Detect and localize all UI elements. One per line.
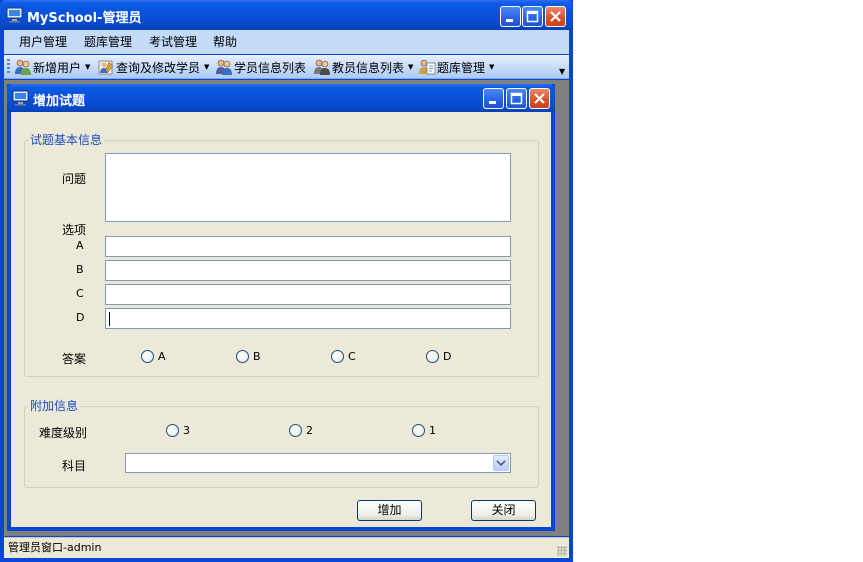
difficulty-radio-3[interactable]: 3 (166, 424, 190, 437)
toolbar-question-bank-button[interactable]: 题库管理 ▼ (418, 55, 494, 79)
menubar: 用户管理 题库管理 考试管理 帮助 (4, 30, 569, 54)
question-textarea[interactable] (105, 153, 511, 222)
add-user-icon (15, 59, 31, 75)
option-d-input[interactable] (105, 308, 511, 329)
menu-user-management[interactable]: 用户管理 (15, 30, 71, 54)
radio-circle[interactable] (426, 350, 439, 363)
difficulty-radio-1-label: 1 (429, 424, 436, 437)
dropdown-arrow-icon[interactable]: ▼ (489, 63, 494, 71)
statusbar: 管理员窗口-admin (4, 537, 569, 558)
radio-circle[interactable] (141, 350, 154, 363)
dropdown-arrow-icon[interactable]: ▼ (85, 63, 90, 71)
main-maximize-button[interactable] (522, 6, 543, 27)
menu-help[interactable]: 帮助 (209, 30, 241, 54)
toolbar-edit-student-label: 查询及修改学员 (116, 60, 201, 75)
dialog-minimize-button[interactable] (483, 88, 504, 109)
option-d-label: D (76, 311, 85, 324)
option-c-label: C (76, 287, 84, 300)
answer-radio-c-label: C (348, 350, 356, 363)
radio-circle[interactable] (236, 350, 249, 363)
dialog-body: 试题基本信息 问题 选项 A B C D 答案 A B C D 附加信息 难度级… (11, 112, 551, 527)
basic-info-group-title: 试题基本信息 (28, 131, 105, 148)
maximize-icon (526, 10, 539, 23)
maximize-icon (510, 92, 523, 105)
subject-label: 科目 (62, 459, 87, 473)
main-window-title: MySchool-管理员 (27, 11, 142, 26)
difficulty-label: 难度级别 (39, 426, 88, 440)
student-list-icon (216, 59, 232, 75)
add-button[interactable]: 增加 (357, 500, 422, 521)
close-icon (534, 93, 545, 104)
edit-student-icon (98, 60, 114, 75)
extra-info-group-title: 附加信息 (28, 397, 81, 414)
app-computer-icon[interactable] (6, 7, 23, 23)
answer-radio-c[interactable]: C (331, 350, 356, 363)
difficulty-radio-2[interactable]: 2 (289, 424, 313, 437)
extra-info-group (24, 406, 539, 488)
question-bank-icon (419, 59, 436, 75)
menu-exam-management[interactable]: 考试管理 (145, 30, 201, 54)
teacher-list-icon (314, 59, 330, 75)
toolbar-teacher-list-button[interactable]: 教员信息列表 ▼ (313, 55, 413, 79)
main-minimize-button[interactable] (500, 6, 521, 27)
main-window: MySchool-管理员 用户管理 题库管理 考试管理 帮助 新增用户 ▼ 查询… (0, 0, 573, 562)
minimize-icon (489, 101, 496, 104)
dropdown-arrow-icon[interactable]: ▼ (408, 63, 413, 71)
difficulty-radio-2-label: 2 (306, 424, 313, 437)
toolbar-student-list-button[interactable]: 学员信息列表 (215, 55, 306, 79)
dialog-title: 增加试题 (33, 94, 86, 109)
answer-radio-b[interactable]: B (236, 350, 261, 363)
question-label: 问题 (62, 172, 87, 186)
toolbar-overflow-icon[interactable]: ▼ (559, 68, 565, 76)
answer-radio-a-label: A (158, 350, 166, 363)
option-c-input[interactable] (105, 284, 511, 305)
answer-radio-b-label: B (253, 350, 261, 363)
subject-combobox[interactable] (125, 453, 511, 473)
toolbar-edit-student-button[interactable]: 查询及修改学员 ▼ (97, 55, 209, 79)
answer-radio-a[interactable]: A (141, 350, 166, 363)
radio-circle[interactable] (166, 424, 179, 437)
radio-circle[interactable] (289, 424, 302, 437)
resize-grip-icon[interactable] (557, 546, 567, 556)
dialog-maximize-button[interactable] (506, 88, 527, 109)
answer-radio-d-label: D (443, 350, 452, 363)
toolbar-add-user-button[interactable]: 新增用户 ▼ (14, 55, 90, 79)
dialog-computer-icon[interactable] (12, 90, 29, 106)
status-text: 管理员窗口-admin (8, 541, 102, 554)
toolbar-teacher-list-label: 教员信息列表 (332, 60, 405, 75)
options-label: 选项 (62, 223, 87, 237)
difficulty-radio-3-label: 3 (183, 424, 190, 437)
toolbar-student-list-label: 学员信息列表 (234, 60, 307, 75)
answer-radio-d[interactable]: D (426, 350, 451, 363)
toolbar: 新增用户 ▼ 查询及修改学员 ▼ 学员信息列表 教员信息列表 ▼ 题库管理 ▼ … (4, 55, 569, 79)
subject-dropdown-button[interactable] (493, 455, 509, 471)
radio-circle[interactable] (412, 424, 425, 437)
toolbar-grip[interactable] (7, 59, 10, 75)
radio-circle[interactable] (331, 350, 344, 363)
answer-label: 答案 (62, 352, 87, 366)
close-icon (550, 11, 561, 22)
chevron-down-icon (496, 460, 506, 467)
dialog-titlebar[interactable]: 增加试题 (7, 84, 555, 112)
option-a-input[interactable] (105, 236, 511, 257)
main-titlebar[interactable]: MySchool-管理员 (0, 0, 573, 30)
close-button[interactable]: 关闭 (471, 500, 536, 521)
dialog-close-button[interactable] (529, 88, 550, 109)
option-b-label: B (76, 263, 84, 276)
text-caret (109, 312, 110, 326)
difficulty-radio-1[interactable]: 1 (412, 424, 436, 437)
option-a-label: A (76, 239, 84, 252)
menu-question-bank[interactable]: 题库管理 (80, 30, 136, 54)
toolbar-question-bank-label: 题库管理 (437, 60, 486, 75)
toolbar-add-user-label: 新增用户 (33, 60, 82, 75)
dropdown-arrow-icon[interactable]: ▼ (204, 63, 209, 71)
main-close-button[interactable] (545, 6, 566, 27)
minimize-icon (506, 19, 513, 22)
add-question-window: 增加试题 试题基本信息 问题 选项 A B C D 答案 A B C D 附加信… (7, 84, 555, 531)
option-b-input[interactable] (105, 260, 511, 281)
